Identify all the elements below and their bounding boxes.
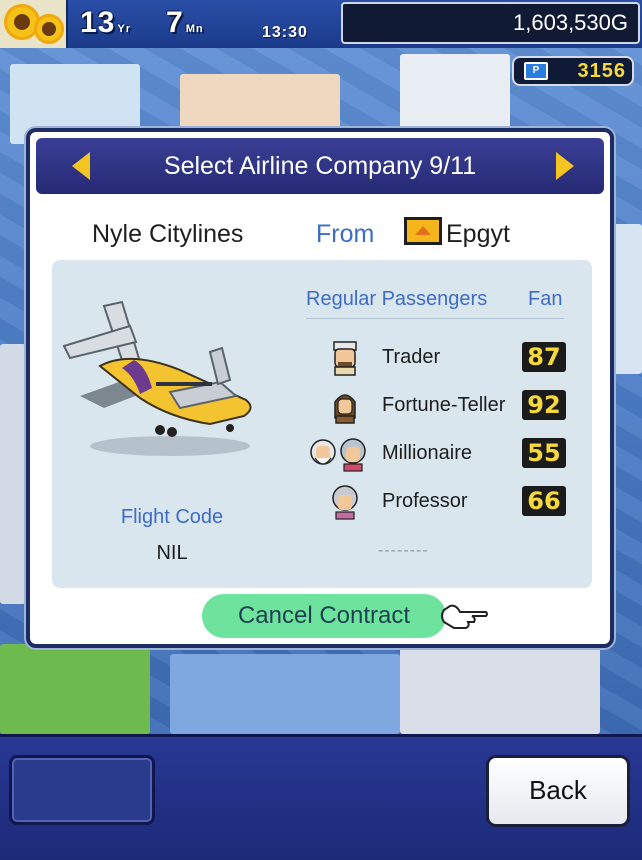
professor-avatar-icon xyxy=(332,485,358,520)
trader-avatar-icon xyxy=(333,341,357,376)
fortune-teller-avatar-icon xyxy=(334,394,356,424)
airline-info-panel: Flight Code NIL Regular Passengers Fan T… xyxy=(52,260,592,588)
fan-value: 87 xyxy=(522,342,566,372)
top-hud: 13 Yr 7 Mn 13:30 1,603,530G xyxy=(0,0,642,48)
month-unit: Mn xyxy=(185,23,204,35)
points-counter: P 3156 xyxy=(512,56,634,86)
passenger-name: Fortune-Teller xyxy=(382,394,506,416)
month-value: 7 xyxy=(166,6,184,39)
year-unit: Yr xyxy=(117,23,131,35)
flight-code-label: Flight Code xyxy=(120,506,224,528)
dialog-header: Select Airline Company 9/11 xyxy=(36,138,604,194)
left-menu-button[interactable] xyxy=(9,755,155,825)
airplane-icon xyxy=(62,300,252,456)
vending-area-block xyxy=(400,644,600,734)
fan-value: 55 xyxy=(522,438,566,468)
year-display: 13 Yr xyxy=(80,6,131,40)
passenger-name: Trader xyxy=(382,346,441,368)
passenger-row: Trader 87 xyxy=(308,338,566,378)
check-in-block xyxy=(400,54,510,134)
pointing-hand-icon xyxy=(441,604,488,629)
money-display: 1,603,530G xyxy=(341,2,640,44)
passenger-row: Millionaire 55 xyxy=(308,434,566,474)
cancel-contract-button[interactable]: Cancel Contract xyxy=(202,594,446,638)
flight-code-value: NIL xyxy=(156,542,188,564)
country-name: Epgyt xyxy=(446,220,510,248)
points-icon: P xyxy=(524,62,548,80)
select-airline-dialog: Select Airline Company 9/11 Nyle Citylin… xyxy=(26,128,614,648)
fan-label: Fan xyxy=(528,288,563,310)
passenger-name: Millionaire xyxy=(382,442,473,464)
empty-passenger-slot: -------- xyxy=(378,542,429,559)
fan-value: 92 xyxy=(522,390,566,420)
garden-block xyxy=(0,644,150,734)
fan-value: 66 xyxy=(522,486,566,516)
passenger-name: Professor xyxy=(382,490,468,512)
millionaire-avatar-icon xyxy=(310,438,366,472)
header-divider xyxy=(306,318,564,319)
clock-display: 13:30 xyxy=(262,24,308,41)
dialog-title: Select Airline Company 9/11 xyxy=(163,152,477,180)
month-display: 7 Mn xyxy=(166,6,204,40)
passenger-row: Professor 66 xyxy=(308,482,566,522)
country-flag-icon xyxy=(404,217,442,245)
airline-name: Nyle Citylines xyxy=(92,220,244,248)
left-building-block xyxy=(0,344,26,604)
from-label: From xyxy=(316,220,375,248)
year-value: 13 xyxy=(80,6,116,39)
passenger-row: Fortune-Teller 92 xyxy=(308,386,566,426)
sunflower-season-icon xyxy=(0,0,68,48)
previous-arrow-icon[interactable] xyxy=(72,152,90,180)
next-arrow-icon[interactable] xyxy=(556,152,574,180)
points-value: 3156 xyxy=(577,60,626,82)
back-button[interactable]: Back xyxy=(486,755,630,827)
regular-passengers-label: Regular Passengers xyxy=(306,288,488,310)
bottom-bar: Back xyxy=(0,734,642,860)
airport-sign-block xyxy=(170,654,400,734)
